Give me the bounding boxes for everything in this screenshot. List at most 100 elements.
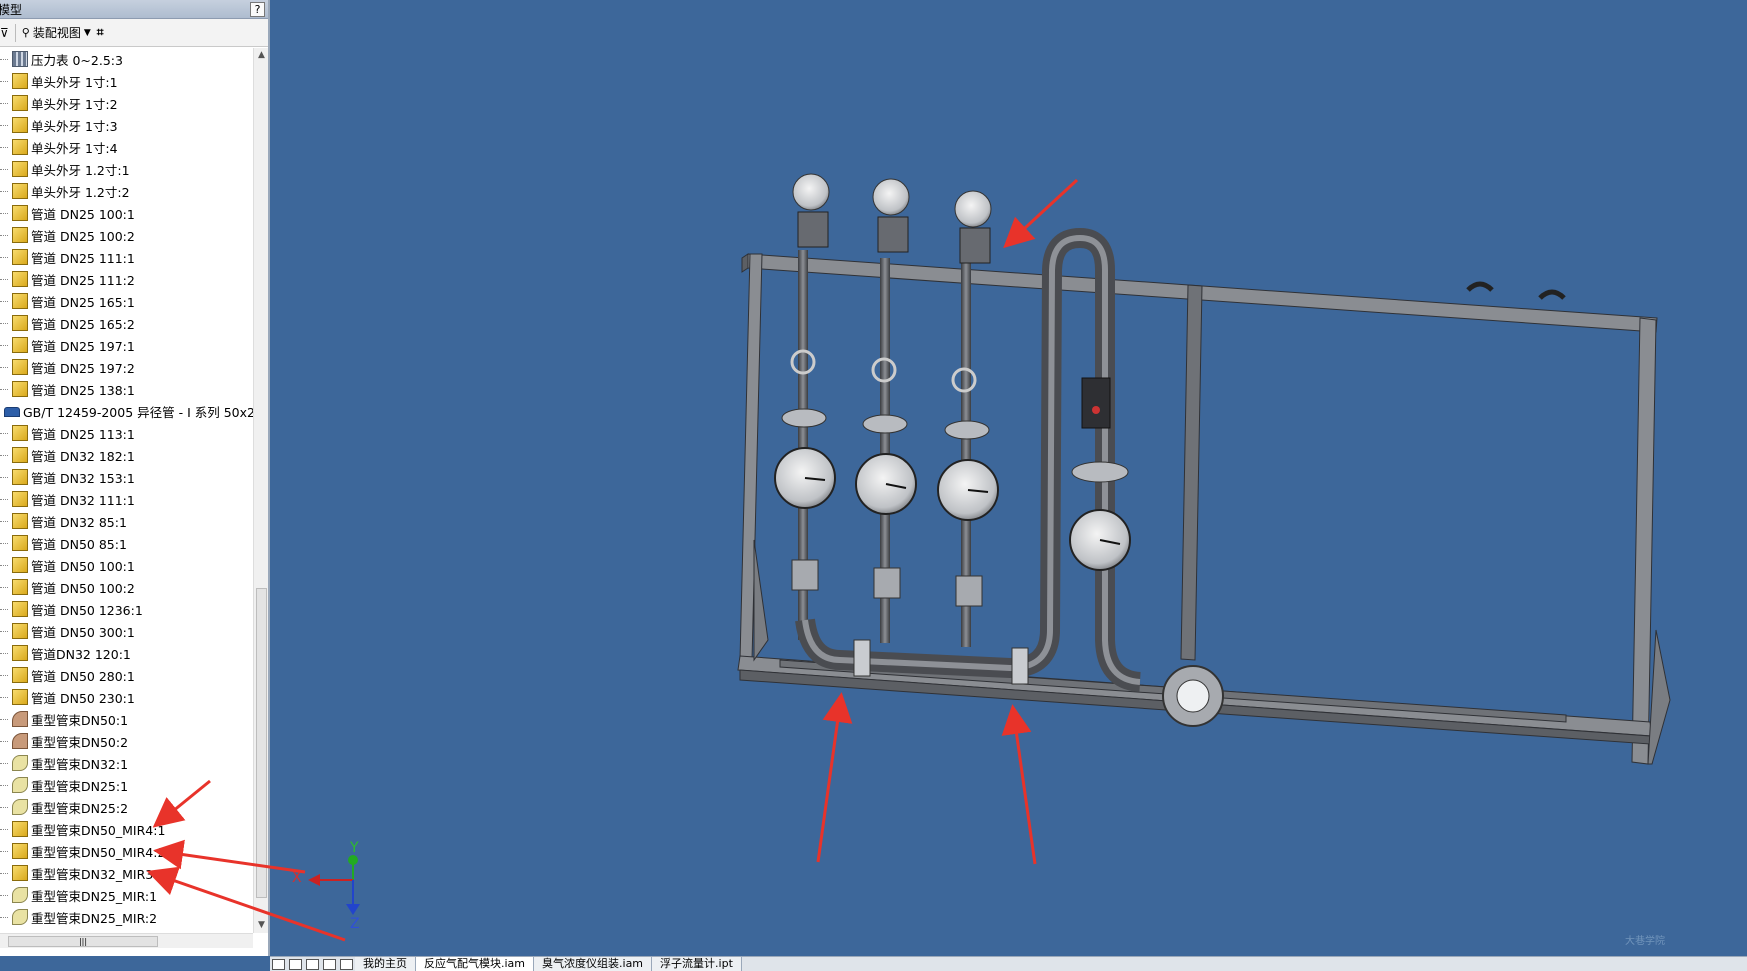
tree-item[interactable]: 管道DN32 120:1	[0, 642, 253, 664]
arrange-view-icon[interactable]	[323, 958, 336, 970]
tree-item-label: 管道 DN25 197:2	[31, 360, 135, 376]
part-icon	[12, 843, 28, 859]
tree-item[interactable]: 单头外牙 1寸:2	[0, 92, 253, 114]
document-tab[interactable]: 浮子流量计.ipt	[652, 956, 742, 971]
tree-item[interactable]: 压力表 0~2.5:3	[0, 48, 253, 70]
assembly-view-dropdown[interactable]: ⚲ 装配视图 ▼	[22, 24, 91, 41]
document-tab[interactable]: 反应气配气模块.iam	[416, 956, 535, 971]
tree-item[interactable]: 重型管束DN50_MIR4:1	[0, 818, 253, 840]
browser-title[interactable]: 模型	[0, 1, 22, 18]
find-binoculars-icon[interactable]: ⌗	[97, 25, 104, 40]
tree-item[interactable]: 管道 DN25 138:1	[0, 378, 253, 400]
part-icon	[12, 821, 28, 837]
tree-item-label: 单头外牙 1寸:3	[31, 118, 118, 134]
tree-item-label: 重型管束DN32:1	[31, 756, 129, 772]
tree-connector	[0, 80, 8, 82]
tree-item[interactable]: 管道 DN50 100:1	[0, 554, 253, 576]
tree-item[interactable]: 管道 DN25 113:1	[0, 422, 253, 444]
graphics-viewport[interactable]: Y X Z	[270, 0, 1747, 956]
tree-item[interactable]: 单头外牙 1寸:1	[0, 70, 253, 92]
tree-item[interactable]: 单头外牙 1寸:4	[0, 136, 253, 158]
tree-item-label: 单头外牙 1.2寸:1	[31, 162, 130, 178]
tree-item[interactable]: 重型管束DN50:2	[0, 730, 253, 752]
tree-connector	[0, 542, 8, 544]
part-icon	[12, 95, 28, 111]
tree-item[interactable]: 重型管束DN25:1	[0, 774, 253, 796]
tree-item-label: 管道 DN32 182:1	[31, 448, 135, 464]
tree-item[interactable]: 管道 DN32 111:1	[0, 488, 253, 510]
horizontal-scrollbar[interactable]: |||	[0, 933, 253, 948]
tree-item[interactable]: 重型管束DN50_MIR4:2	[0, 840, 253, 862]
tree-connector	[0, 388, 8, 390]
document-tab[interactable]: 我的主页	[355, 956, 416, 971]
part-icon	[12, 139, 28, 155]
inventor-window: 模型 ? ⊽ ⚲ 装配视图 ▼ ⌗ 压力表 0~2.5:3 单头外牙 1寸:1 单头…	[0, 0, 1747, 971]
tree-connector	[0, 916, 8, 918]
tree-item[interactable]: 重型管束DN25_MIR:2	[0, 906, 253, 928]
tree-item[interactable]: 重型管束DN32_MIR3:1	[0, 862, 253, 884]
tree-item[interactable]: 管道 DN50 100:2	[0, 576, 253, 598]
single-view-icon[interactable]	[272, 958, 285, 970]
tree-item[interactable]: 管道 DN50 230:1	[0, 686, 253, 708]
vertical-scrollbar[interactable]: ▲ ▼	[253, 48, 268, 933]
document-tab-bar: 我的主页 反应气配气模块.iam 臭气浓度仪组装.iam 浮子流量计.ipt	[270, 956, 1747, 971]
tree-connector	[0, 300, 8, 302]
part-icon	[12, 73, 28, 89]
tree-item[interactable]: 管道 DN50 280:1	[0, 664, 253, 686]
tree-item[interactable]: 管道 DN32 153:1	[0, 466, 253, 488]
tree-item-label: 单头外牙 1寸:1	[31, 74, 118, 90]
tree-item[interactable]: 管道 DN32 182:1	[0, 444, 253, 466]
part-icon	[12, 183, 28, 199]
assembly-icon	[12, 51, 28, 67]
tree-item[interactable]: 管道 DN50 85:1	[0, 532, 253, 554]
cascade-view-icon[interactable]	[306, 958, 319, 970]
home-icon[interactable]	[340, 958, 353, 970]
part-icon	[12, 557, 28, 573]
tree-connector	[0, 322, 8, 324]
scrollbar-thumb[interactable]	[256, 588, 267, 898]
model-browser-panel: 模型 ? ⊽ ⚲ 装配视图 ▼ ⌗ 压力表 0~2.5:3 单头外牙 1寸:1 单头…	[0, 0, 270, 956]
scroll-down-icon[interactable]: ▼	[254, 918, 269, 933]
document-tab[interactable]: 臭气浓度仪组装.iam	[534, 956, 653, 971]
tree-item[interactable]: 重型管束DN50:1	[0, 708, 253, 730]
scroll-up-icon[interactable]: ▲	[254, 48, 269, 63]
tree-item[interactable]: 管道 DN25 100:2	[0, 224, 253, 246]
part-icon	[12, 381, 28, 397]
tree-item[interactable]: 管道 DN25 165:1	[0, 290, 253, 312]
horizontal-scrollbar-thumb[interactable]: |||	[8, 936, 158, 947]
tree-item-label: 重型管束DN50_MIR4:1	[31, 822, 166, 838]
tree-item-label: 重型管束DN50:1	[31, 712, 129, 728]
tree-item[interactable]: 管道 DN25 111:2	[0, 268, 253, 290]
tree-connector	[0, 784, 8, 786]
tree-item[interactable]: 管道 DN25 197:1	[0, 334, 253, 356]
tree-item[interactable]: 管道 DN32 85:1	[0, 510, 253, 532]
filter-icon[interactable]: ⊽	[0, 26, 9, 40]
tree-item[interactable]: 重型管束DN25:2	[0, 796, 253, 818]
tree-connector	[0, 850, 8, 852]
tree-item[interactable]: 管道 DN50 1236:1	[0, 598, 253, 620]
tree-item[interactable]: GB/T 12459-2005 异径管 - I 系列 50x2	[0, 400, 253, 422]
help-icon[interactable]: ?	[250, 1, 265, 17]
tree-item-label: 管道 DN50 100:2	[31, 580, 135, 596]
part-icon	[12, 161, 28, 177]
tree-item[interactable]: 管道 DN25 197:2	[0, 356, 253, 378]
part-icon	[12, 865, 28, 881]
part-icon	[12, 359, 28, 375]
x-axis-icon	[308, 874, 320, 886]
tree-item[interactable]: 单头外牙 1.2寸:1	[0, 158, 253, 180]
tree-item[interactable]: 单头外牙 1寸:3	[0, 114, 253, 136]
tile-view-icon[interactable]	[289, 958, 302, 970]
tree-item[interactable]: 管道 DN25 111:1	[0, 246, 253, 268]
tree-connector	[0, 278, 8, 280]
tree-item-label: 重型管束DN32_MIR3:1	[31, 866, 166, 882]
tree-item[interactable]: 单头外牙 1.2寸:2	[0, 180, 253, 202]
tree-item[interactable]: 管道 DN25 100:1	[0, 202, 253, 224]
tree-item[interactable]: 重型管束DN32:1	[0, 752, 253, 774]
tree-item[interactable]: 管道 DN25 165:2	[0, 312, 253, 334]
tree-connector	[0, 432, 8, 434]
tree-item[interactable]: 重型管束DN25_MIR:1	[0, 884, 253, 906]
watermark-text: 大巷学院	[1625, 936, 1665, 947]
elbow-icon	[12, 733, 28, 749]
tree-item[interactable]: 管道 DN50 300:1	[0, 620, 253, 642]
tree-item-label: 单头外牙 1.2寸:2	[31, 184, 130, 200]
